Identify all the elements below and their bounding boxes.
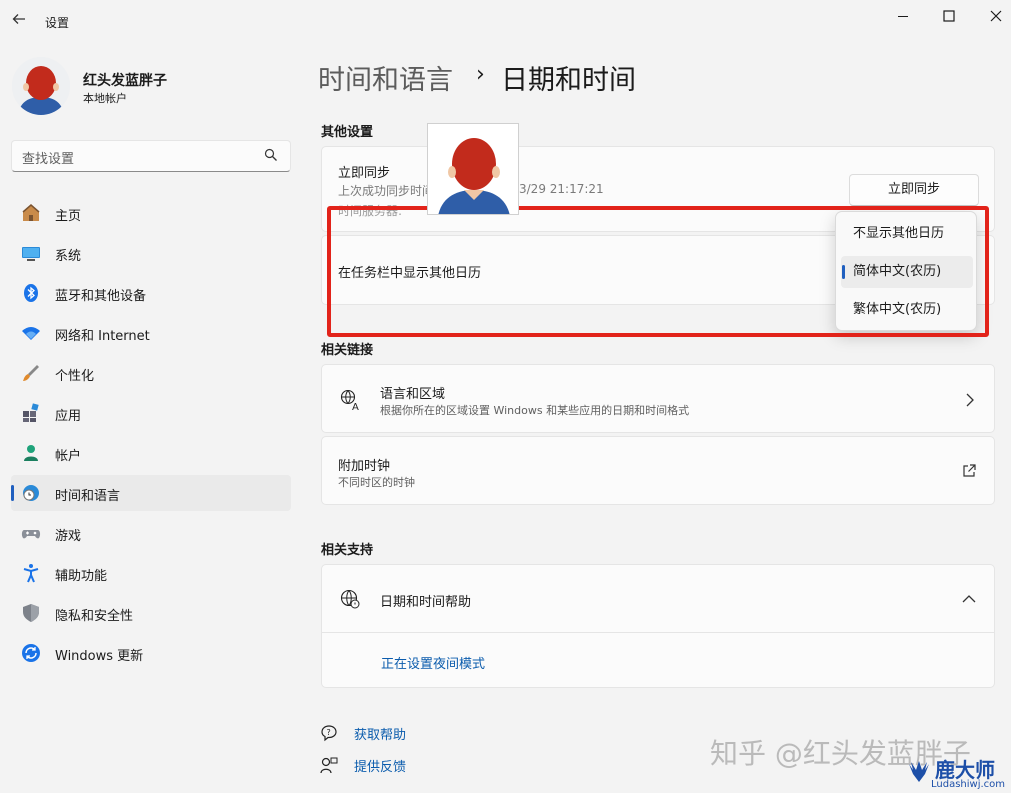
help-card: 日期和时间帮助 正在设置夜间模式	[321, 564, 995, 688]
globe-help-icon	[340, 589, 360, 609]
ludashi-logo: 鹿大师 Ludashiwj.com	[905, 754, 1009, 792]
additional-clocks-title: 附加时钟	[338, 459, 391, 474]
calendar-dropdown[interactable]: 不显示其他日历 简体中文(农历) 繁体中文(农历)	[835, 211, 977, 331]
help-card-header[interactable]: 日期和时间帮助	[322, 565, 994, 633]
sidebar-item-label: 系统	[55, 249, 82, 264]
apps-icon	[23, 403, 39, 422]
sync-now-button[interactable]: 立即同步	[849, 174, 979, 206]
sidebar-item-label: 主页	[55, 209, 82, 224]
help-link-night-mode[interactable]: 正在设置夜间模式	[381, 653, 485, 672]
calendar-setting-label: 在任务栏中显示其他日历	[338, 266, 482, 281]
sidebar-item-accessibility[interactable]: 辅助功能	[11, 555, 291, 591]
sidebar-item-windows-update[interactable]: Windows 更新	[11, 635, 291, 671]
shield-icon	[23, 604, 39, 622]
sidebar-item-personalization[interactable]: 个性化	[11, 355, 291, 391]
overlay-avatar	[427, 123, 519, 215]
maximize-icon	[943, 10, 955, 22]
search-input[interactable]: 查找设置	[22, 148, 74, 167]
user-avatar-icon	[12, 57, 70, 115]
back-arrow-icon	[12, 14, 25, 24]
logo-url: Ludashiwj.com	[931, 779, 1006, 790]
sidebar-item-privacy[interactable]: 隐私和安全性	[11, 595, 291, 631]
account-icon	[24, 445, 38, 461]
sidebar-item-time-language[interactable]: 时间和语言	[11, 475, 291, 511]
update-icon	[22, 644, 40, 662]
feedback-link[interactable]: 提供反馈	[354, 756, 406, 775]
chevron-up-icon[interactable]	[962, 594, 976, 604]
app-title: 设置	[45, 16, 70, 30]
sidebar-item-label: 帐户	[55, 449, 82, 464]
sidebar-item-label: 隐私和安全性	[55, 609, 134, 624]
sidebar-item-label: 蓝牙和其他设备	[55, 289, 147, 304]
last-sync-time: 3/29 21:17:21	[519, 182, 604, 196]
wifi-icon	[22, 327, 40, 340]
close-icon	[990, 10, 1002, 22]
calendar-option-label: 简体中文(农历)	[853, 264, 942, 279]
selected-indicator	[842, 265, 845, 279]
sidebar-item-gaming[interactable]: 游戏	[11, 515, 291, 551]
breadcrumb-separator: ›	[476, 62, 485, 87]
minimize-icon	[898, 16, 908, 17]
sync-title: 立即同步	[338, 166, 391, 181]
section-title-related-links: 相关链接	[321, 343, 374, 358]
bluetooth-icon	[24, 284, 38, 302]
open-external-icon	[963, 464, 976, 477]
gamepad-icon	[21, 530, 41, 539]
help-title: 日期和时间帮助	[380, 595, 472, 610]
sidebar-item-label: 辅助功能	[55, 569, 108, 584]
avatar[interactable]	[12, 57, 70, 115]
sidebar-item-home[interactable]: 主页	[11, 195, 291, 231]
sidebar-item-network[interactable]: 网络和 Internet	[11, 315, 291, 351]
calendar-option[interactable]: 繁体中文(农历)	[841, 294, 973, 326]
breadcrumb-parent[interactable]: 时间和语言	[318, 58, 453, 97]
brush-icon	[23, 365, 39, 381]
sidebar-item-accounts[interactable]: 帐户	[11, 435, 291, 471]
feedback-icon	[320, 757, 338, 774]
time-language-icon	[23, 485, 39, 501]
page-title: 日期和时间	[501, 65, 636, 96]
active-indicator	[11, 485, 14, 501]
search-box[interactable]: 查找设置	[11, 140, 291, 172]
home-icon	[22, 204, 40, 221]
language-region-card[interactable]: A 语言和区域 根据你所在的区域设置 Windows 和某些应用的日期和时间格式	[321, 364, 995, 433]
additional-clocks-subtitle: 不同时区的时钟	[338, 476, 415, 489]
deer-logo-icon	[909, 761, 929, 782]
sidebar-item-system[interactable]: 系统	[11, 235, 291, 271]
calendar-option-selected[interactable]: 简体中文(农历)	[841, 256, 973, 288]
get-help-icon: ?	[321, 725, 337, 742]
section-title-related-support: 相关支持	[321, 543, 374, 558]
sidebar-item-label: 游戏	[55, 529, 82, 544]
system-icon	[22, 247, 40, 261]
search-icon	[264, 148, 277, 161]
last-sync-label: 上次成功同步时间	[338, 184, 435, 198]
sidebar-item-apps[interactable]: 应用	[11, 395, 291, 431]
close-button[interactable]	[973, 0, 1011, 32]
language-region-title: 语言和区域	[380, 387, 446, 402]
sidebar-item-label: 应用	[55, 409, 82, 424]
time-server-label: 时间服务器:	[338, 204, 403, 218]
sidebar-item-label: 网络和 Internet	[55, 329, 150, 344]
user-avatar-icon	[428, 124, 518, 214]
calendar-option[interactable]: 不显示其他日历	[841, 218, 973, 250]
sidebar-item-label: 时间和语言	[55, 489, 121, 504]
minimize-button[interactable]	[880, 0, 926, 32]
sidebar-item-label: Windows 更新	[55, 649, 144, 664]
section-title-other-settings: 其他设置	[321, 125, 374, 140]
additional-clocks-card[interactable]: 附加时钟 不同时区的时钟	[321, 436, 995, 505]
get-help-link[interactable]: 获取帮助	[354, 724, 406, 743]
sidebar-item-bluetooth[interactable]: 蓝牙和其他设备	[11, 275, 291, 311]
accessibility-icon	[23, 564, 39, 583]
chevron-right-icon	[966, 393, 974, 407]
maximize-button[interactable]	[926, 0, 972, 32]
user-name: 红头发蓝胖子	[83, 73, 167, 89]
language-region-subtitle: 根据你所在的区域设置 Windows 和某些应用的日期和时间格式	[380, 404, 690, 417]
svg-text:?: ?	[327, 728, 331, 737]
back-button[interactable]	[8, 8, 30, 30]
account-type: 本地帐户	[83, 92, 127, 105]
sidebar-item-label: 个性化	[55, 369, 95, 384]
svg-text:A: A	[352, 402, 359, 411]
language-icon: A	[340, 389, 359, 411]
